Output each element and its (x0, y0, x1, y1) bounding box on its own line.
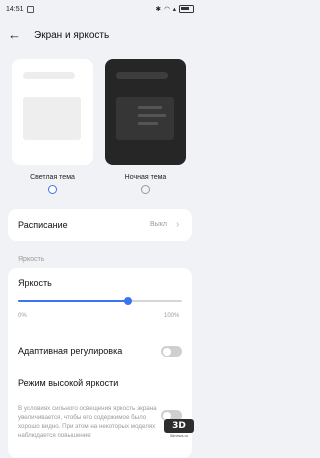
watermark-site: 3dnews.ru (169, 433, 189, 438)
slider-thumb[interactable] (123, 296, 132, 305)
gallery-icon (27, 6, 34, 13)
dark-theme-radio[interactable] (141, 185, 150, 194)
brightness-slider[interactable] (18, 296, 182, 305)
schedule-label: Расписание (18, 220, 68, 230)
preview-bar (23, 72, 75, 79)
status-time: 14:51 (6, 6, 24, 13)
notification-icons (27, 6, 34, 13)
watermark-mark: 3D (164, 419, 194, 433)
slider-min-label: 0% (18, 313, 27, 319)
bluetooth-icon: ✱ (155, 6, 162, 13)
preview-line (138, 122, 158, 125)
schedule-row[interactable]: Расписание Выкл › (8, 209, 192, 241)
status-bar: 14:51 ✱ ◠ ▴ (0, 0, 200, 20)
high-brightness-label: Режим высокой яркости (18, 378, 119, 388)
chevron-right-icon: › (176, 219, 180, 230)
preview-line (138, 114, 166, 117)
adaptive-label: Адаптивная регулировка (18, 346, 123, 356)
section-label-brightness: Яркость (18, 256, 45, 263)
slider-fill (18, 300, 128, 302)
adaptive-toggle[interactable] (161, 346, 182, 357)
page-title: Экран и яркость (34, 30, 110, 41)
watermark-logo: 3D 3dnews.ru (164, 419, 194, 439)
arrow-left-icon[interactable]: ← (8, 28, 21, 42)
slider-max-label: 100% (164, 313, 180, 319)
light-theme-radio[interactable] (48, 185, 57, 194)
light-theme-label: Светлая тема (30, 174, 75, 181)
status-right: ✱ ◠ ▴ (156, 5, 194, 13)
schedule-value: Выкл (150, 221, 167, 228)
high-brightness-description: В условиях сильного освещения яркость эк… (18, 405, 157, 439)
signal-icon: ▴ (172, 6, 176, 13)
light-theme-preview[interactable] (12, 59, 93, 165)
brightness-label: Яркость (18, 278, 52, 288)
preview-bar (116, 72, 168, 79)
dark-theme-preview[interactable] (105, 59, 186, 165)
preview-line (138, 106, 162, 109)
preview-block (23, 97, 81, 140)
battery-icon (179, 5, 194, 13)
wifi-icon: ◠ (164, 6, 170, 13)
dark-theme-label: Ночная тема (124, 174, 167, 181)
preview-block (116, 97, 174, 140)
